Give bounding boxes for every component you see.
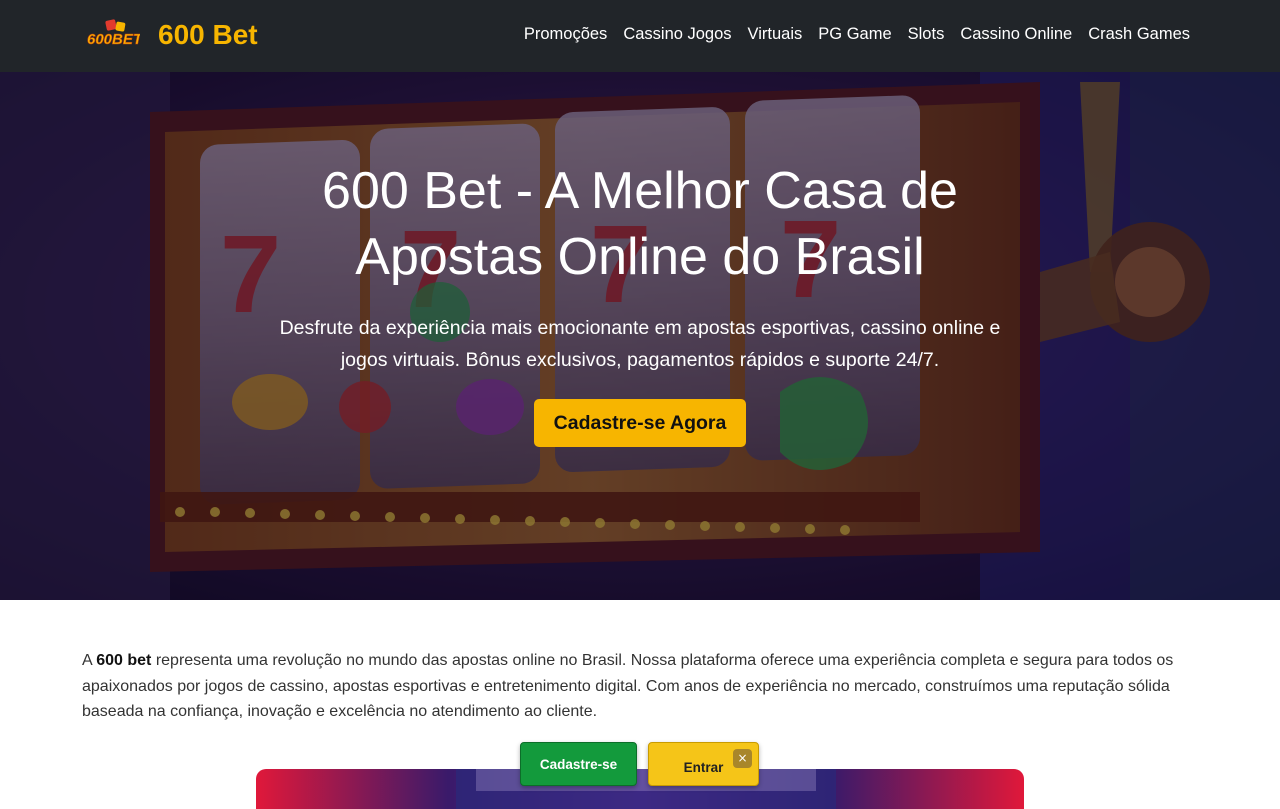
hero-banner: 7 7 7 7 600 Bet - A Melhor Casa de Apost… [0,72,1280,600]
nav-promocoes[interactable]: Promoções [524,25,607,44]
hero-subtitle: Desfrute da experiência mais emocionante… [279,317,1001,371]
hero-title: 600 Bet - A Melhor Casa de Apostas Onlin… [322,162,958,286]
brand-name[interactable]: 600 Bet [158,19,258,51]
nav-pg-game[interactable]: PG Game [818,25,891,44]
logo[interactable]: 600BET [86,18,144,50]
nav-cassino-online[interactable]: Cassino Online [960,25,1072,44]
intro-text: representa uma revolução no mundo das ap… [82,652,1174,721]
register-now-button[interactable]: Cadastre-se Agora [534,399,746,447]
main-nav: Promoções Cassino Jogos Virtuais PG Game… [508,25,1190,44]
nav-crash-games[interactable]: Crash Games [1088,25,1190,44]
nav-cassino-jogos[interactable]: Cassino Jogos [623,25,731,44]
nav-virtuais[interactable]: Virtuais [748,25,803,44]
intro-prefix: A [82,652,97,669]
svg-text:600BET: 600BET [87,31,140,48]
nav-slots[interactable]: Slots [908,25,945,44]
register-button[interactable]: Cadastre-se [520,742,637,786]
floating-action-bar: Cadastre-se Entrar × [520,742,760,786]
intro-brand: 600 bet [96,652,152,669]
logo-icon: 600BET [86,18,144,50]
close-icon[interactable]: × [733,749,752,768]
site-header: 600BET 600 Bet Promoções Cassino Jogos V… [0,0,1280,72]
intro-paragraph: A 600 bet representa uma revolução no mu… [82,648,1192,725]
